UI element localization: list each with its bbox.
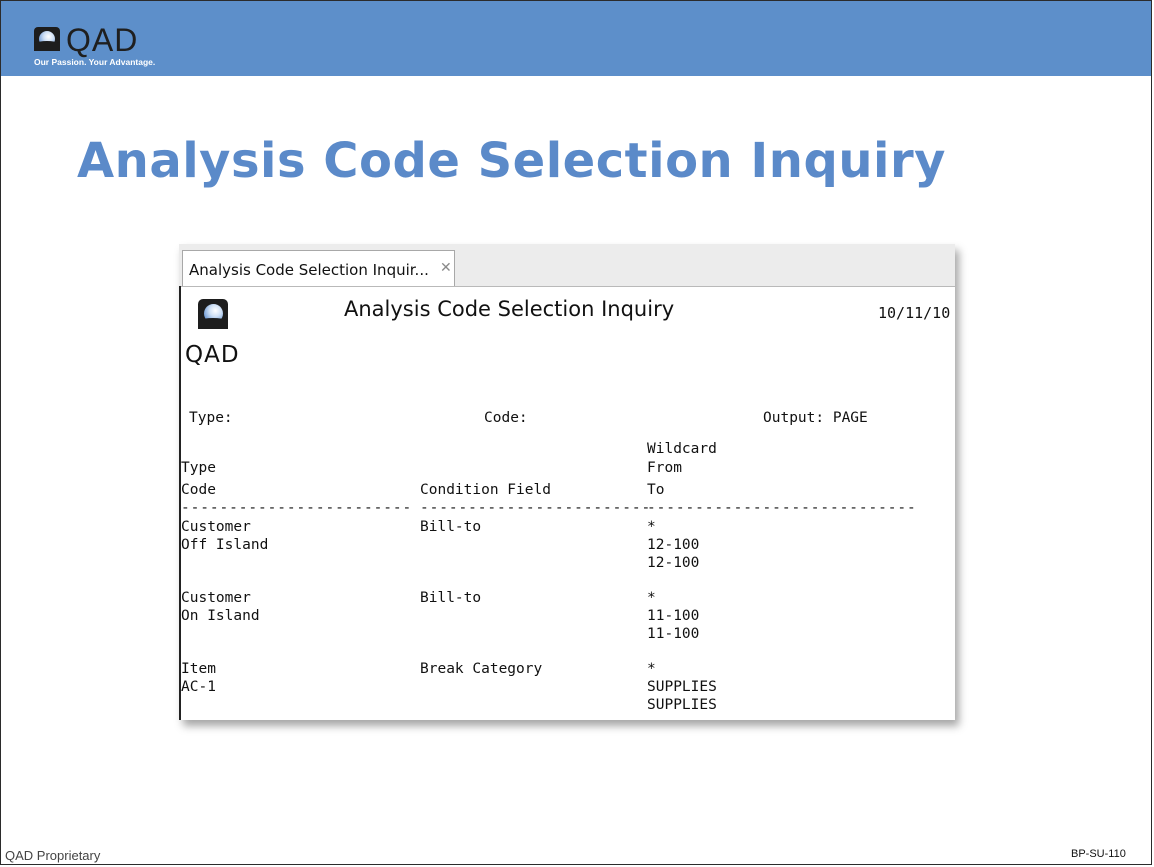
- row-1-type: Customer: [181, 519, 251, 535]
- tab-bar: Analysis Code Selection Inquir... ✕: [179, 244, 955, 287]
- slide-title: Analysis Code Selection Inquiry: [77, 133, 946, 189]
- row-3-type: Item: [181, 661, 216, 677]
- footer-proprietary: QAD Proprietary: [5, 848, 101, 863]
- row-3-wildcard: *: [647, 661, 656, 677]
- report-logo-text: QAD: [185, 342, 240, 368]
- row-1-wildcard: *: [647, 519, 656, 535]
- row-1-to: 12-100: [647, 555, 700, 571]
- header-bar: QAD Our Passion. Your Advantage.: [1, 1, 1151, 76]
- row-3-condition: Break Category: [420, 661, 543, 677]
- report-window: Analysis Code Selection Inquir... ✕ QAD …: [179, 244, 955, 720]
- filter-type-label: Type:: [189, 410, 233, 426]
- row-2-code: On Island: [181, 608, 260, 624]
- row-3-code: AC-1: [181, 679, 216, 695]
- col-header-from: From: [647, 460, 682, 476]
- col-header-wildcard: Wildcard: [647, 441, 717, 457]
- row-3-from: SUPPLIES: [647, 679, 717, 695]
- close-icon[interactable]: ✕: [440, 259, 452, 276]
- row-2-from: 11-100: [647, 608, 700, 624]
- logo-tagline: Our Passion. Your Advantage.: [34, 57, 156, 67]
- row-3-to: SUPPLIES: [647, 697, 717, 713]
- row-2-condition: Bill-to: [420, 590, 482, 606]
- header-divider-2: ------------------------: [420, 500, 652, 516]
- header-divider-1: ------------------------: [181, 500, 413, 516]
- col-header-type: Type: [181, 460, 216, 476]
- logo-text: QAD: [66, 22, 139, 58]
- report-title: Analysis Code Selection Inquiry: [344, 297, 675, 321]
- footer-slide-id: BP-SU-110: [1071, 848, 1126, 860]
- row-1-code: Off Island: [181, 537, 269, 553]
- col-header-to: To: [647, 482, 665, 498]
- report-qad-logo-icon: [198, 299, 228, 329]
- filter-output-label: Output: PAGE: [763, 410, 868, 426]
- col-header-code: Code: [181, 482, 216, 498]
- tab-label: Analysis Code Selection Inquir...: [189, 261, 429, 279]
- tab-analysis-code-selection-inquiry[interactable]: Analysis Code Selection Inquir... ✕: [182, 250, 455, 286]
- row-1-from: 12-100: [647, 537, 700, 553]
- col-header-condition-field: Condition Field: [420, 482, 551, 498]
- report-content: QAD Analysis Code Selection Inquiry 10/1…: [179, 286, 955, 720]
- report-date: 10/11/10: [878, 304, 951, 322]
- qad-logo-icon: [34, 27, 60, 51]
- row-2-to: 11-100: [647, 626, 700, 642]
- row-2-type: Customer: [181, 590, 251, 606]
- filter-code-label: Code:: [484, 410, 528, 426]
- row-1-condition: Bill-to: [420, 519, 482, 535]
- row-2-wildcard: *: [647, 590, 656, 606]
- header-divider-3: ----------------------------: [647, 500, 917, 516]
